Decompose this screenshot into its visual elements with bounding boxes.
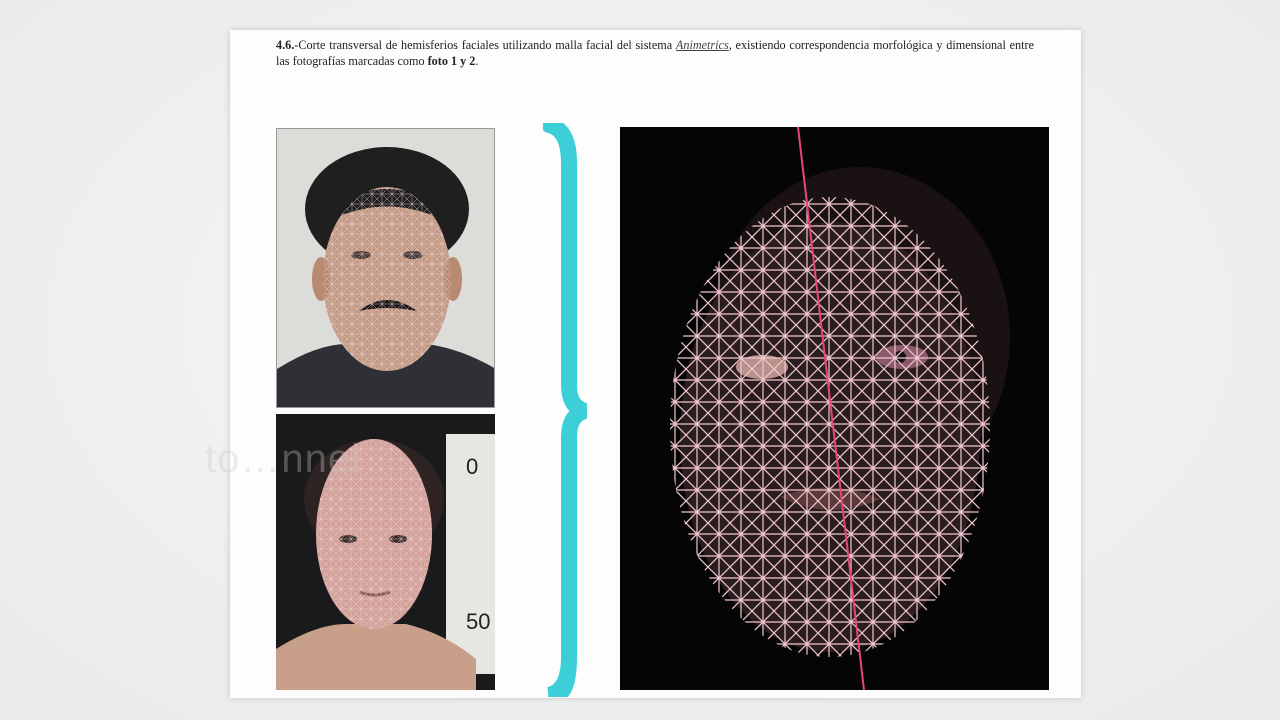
section-number: 4.6.: [276, 38, 295, 52]
svg-text:0: 0: [466, 454, 478, 479]
software-name: Animetrics: [675, 38, 729, 52]
figure-caption: 4.6.-Corte transversal de hemisferios fa…: [276, 37, 1034, 69]
curly-brace-icon: [541, 117, 588, 703]
photo-1: [276, 128, 495, 408]
photo-overlay: [620, 127, 1049, 690]
caption-end: .: [475, 54, 479, 68]
photo-reference: foto 1 y 2: [427, 54, 476, 68]
caption-text-1: -Corte transversal de hemisferios facial…: [294, 38, 676, 52]
watermark: to…nnel: [205, 437, 361, 481]
svg-text:50: 50: [466, 609, 490, 634]
document-page: 4.6.-Corte transversal de hemisferios fa…: [230, 30, 1081, 703]
